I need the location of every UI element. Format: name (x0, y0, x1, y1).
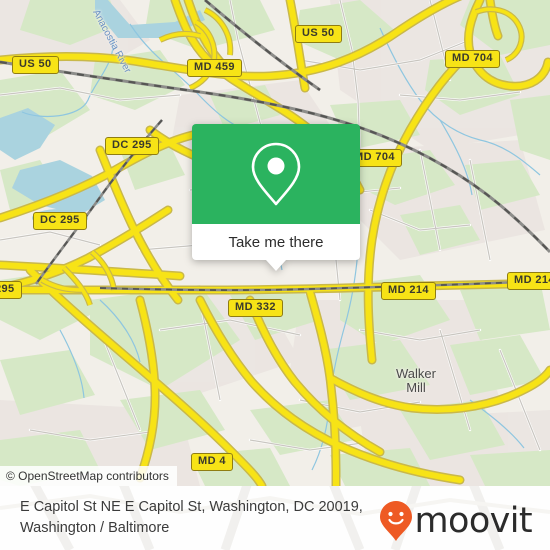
place-label-walker-mill: Walker Mill (396, 366, 436, 395)
location-title: E Capitol St NE E Capitol St, Washington… (20, 499, 363, 536)
shield-dc-295-north[interactable]: DC 295 (105, 137, 159, 155)
map-canvas[interactable]: US 50 US 50 MD 459 MD 704 MD 704 DC 295 … (0, 0, 550, 486)
shield-md-459[interactable]: MD 459 (187, 59, 242, 77)
popup-footer[interactable]: Take me there (192, 224, 360, 271)
location-popup-card[interactable]: Take me there (192, 124, 360, 271)
moovit-brand-logo[interactable]: moovit (379, 500, 533, 541)
shield-us-50-west[interactable]: US 50 (12, 56, 59, 74)
shield-md-4[interactable]: MD 4 (191, 453, 233, 471)
osm-attribution[interactable]: © OpenStreetMap contributors (0, 466, 177, 486)
popup-tail-pointer (266, 260, 286, 271)
shield-md-704-north[interactable]: MD 704 (445, 50, 500, 68)
moovit-smiley-pin-icon (379, 501, 412, 541)
page-footer: E Capitol St NE E Capitol St, Washington… (0, 486, 550, 550)
shield-md-214-west[interactable]: MD 214 (381, 282, 436, 300)
shield-us-50-east[interactable]: US 50 (295, 25, 342, 43)
popup-header (192, 124, 360, 224)
take-me-there-button[interactable]: Take me there (228, 234, 323, 251)
shield-dc-295-south[interactable]: DC 295 (33, 212, 87, 230)
moovit-wordmark: moovit (414, 500, 533, 541)
location-pin-icon (251, 142, 301, 206)
shield-md-214-east[interactable]: MD 214 (507, 272, 550, 290)
shield-295-edge[interactable]: 295 (0, 281, 22, 299)
shield-md-332[interactable]: MD 332 (228, 299, 283, 317)
